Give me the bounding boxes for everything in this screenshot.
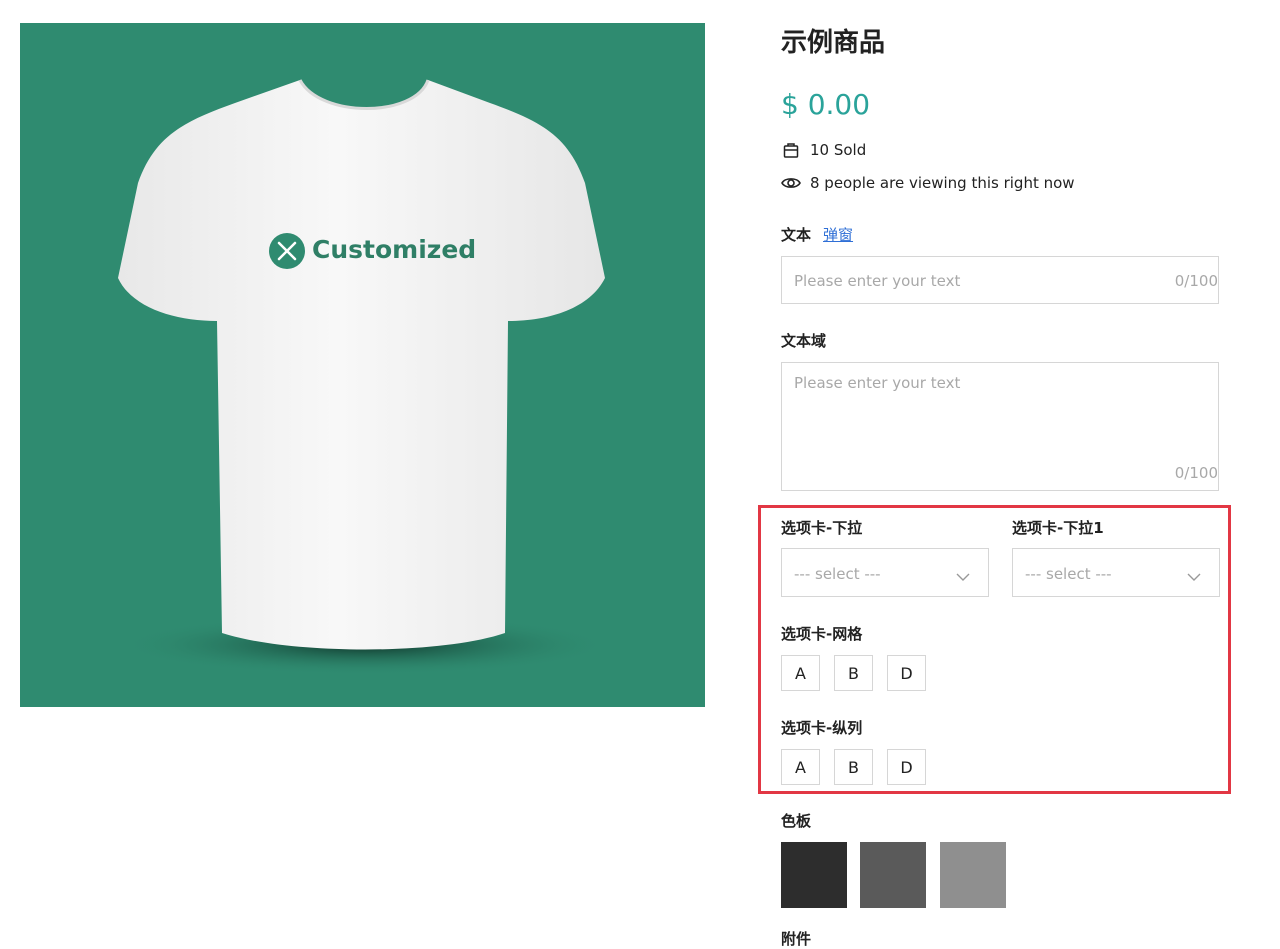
textarea-input[interactable]: Please enter your text 0/100 (781, 362, 1219, 491)
shopping-bag-icon (781, 140, 801, 160)
dropdown-1-select[interactable]: --- select --- (781, 548, 989, 597)
sold-row: 10 Sold (781, 140, 866, 160)
grid-option-b[interactable]: B (834, 655, 873, 691)
next-section-label: 附件 (781, 930, 812, 948)
product-price: $ 0.00 (781, 88, 871, 121)
column-option-a[interactable]: A (781, 749, 820, 785)
color-swatch-2[interactable] (860, 842, 926, 908)
product-image: Customized (20, 23, 705, 707)
color-swatch-1[interactable] (781, 842, 847, 908)
popup-link[interactable]: 弹窗 (823, 226, 853, 244)
sold-count: 10 Sold (810, 141, 867, 159)
grid-options-label: 选项卡-网格 (781, 625, 863, 643)
column-options-label: 选项卡-纵列 (781, 719, 863, 737)
dropdown-2-placeholder: --- select --- (1025, 565, 1112, 583)
dropdown-1-label: 选项卡-下拉 (781, 519, 863, 537)
grid-option-a[interactable]: A (781, 655, 820, 691)
image-brand-text: Customized (312, 235, 477, 264)
viewing-row: 8 people are viewing this right now (781, 173, 1075, 193)
text-input[interactable]: Please enter your text 0/100 (781, 256, 1219, 304)
chevron-down-icon (956, 567, 970, 586)
tshirt-shape (118, 80, 605, 650)
text-input-counter-value: 0/100 (1174, 272, 1218, 290)
column-option-b[interactable]: B (834, 749, 873, 785)
chevron-down-icon (1187, 567, 1201, 586)
color-swatch-3[interactable] (940, 842, 1006, 908)
textarea-label: 文本域 (781, 332, 827, 350)
text-input-placeholder: Please enter your text (794, 272, 961, 290)
viewing-text: 8 people are viewing this right now (810, 174, 1075, 192)
dropdown-1-placeholder: --- select --- (794, 565, 881, 583)
product-title: 示例商品 (781, 28, 886, 58)
eye-icon (781, 173, 801, 193)
palette-label: 色板 (781, 812, 812, 830)
textarea-counter-value: 0/100 (1174, 464, 1218, 482)
text-field-label: 文本 弹窗 (781, 224, 853, 245)
column-option-d[interactable]: D (887, 749, 926, 785)
dropdown-2-select[interactable]: --- select --- (1012, 548, 1220, 597)
text-field-label-text: 文本 (781, 226, 812, 244)
textarea-placeholder: Please enter your text (794, 374, 961, 392)
dropdown-2-label: 选项卡-下拉1 (1012, 519, 1104, 537)
grid-option-d[interactable]: D (887, 655, 926, 691)
